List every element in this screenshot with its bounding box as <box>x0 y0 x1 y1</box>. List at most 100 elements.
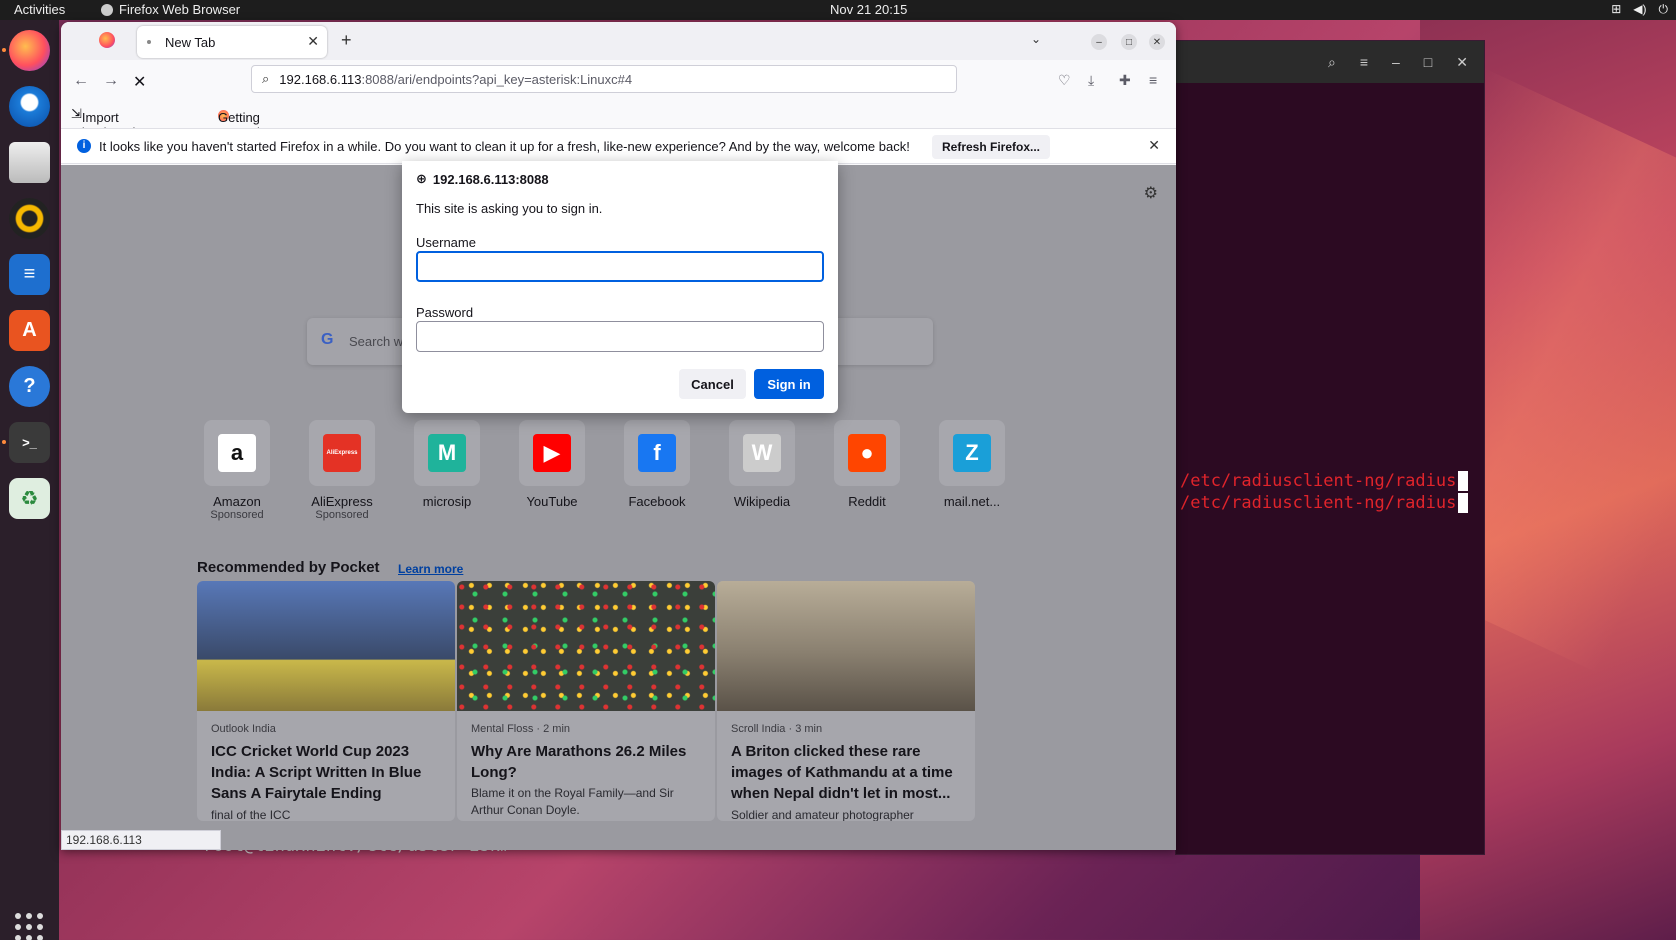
site-logo-icon: M <box>428 434 466 472</box>
firefox-view-icon[interactable] <box>99 32 115 48</box>
app-center-icon[interactable]: A <box>9 310 50 351</box>
site-logo-icon: a <box>218 434 256 472</box>
gear-icon[interactable]: ⚙ <box>1144 183 1158 203</box>
minimize-icon[interactable]: – <box>1091 34 1107 50</box>
globe-icon: ⊕ <box>416 171 427 186</box>
menu-icon[interactable]: ≡ <box>1360 54 1368 70</box>
info-icon: i <box>77 139 91 153</box>
card-source: Scroll India · 3 min <box>731 723 823 735</box>
search-icon[interactable]: ⌕ <box>1328 54 1336 71</box>
clock[interactable]: Nov 21 20:15 <box>830 2 907 17</box>
new-tab-button[interactable]: + <box>341 30 352 51</box>
terminal-icon[interactable]: >_ <box>9 422 50 463</box>
terminal-window[interactable]: ⌕ ≡ – □ ✕ /etc/radiusclient-ng/radius /e… <box>1175 40 1485 855</box>
network-icon: ⊞ <box>1611 2 1622 16</box>
loading-indicator <box>147 40 151 44</box>
site-logo-icon: f <box>638 434 676 472</box>
help-icon[interactable]: ? <box>9 366 50 407</box>
extensions-icon[interactable]: ✚ <box>1119 72 1131 89</box>
site-logo-icon: AliExpress <box>323 434 361 472</box>
dock: ≡ A ? >_ ♻ <box>0 20 59 940</box>
top-site-tile[interactable]: ● Reddit <box>827 420 907 509</box>
terminal-line: /etc/radiusclient-ng/radius <box>1180 493 1469 513</box>
top-site-tile-frame: Z <box>939 420 1005 486</box>
notification-message: It looks like you haven't started Firefo… <box>99 139 910 154</box>
top-site-label: Reddit <box>848 494 886 509</box>
url-host: 192.168.6.113 <box>279 71 362 87</box>
google-icon: G <box>321 331 334 348</box>
pocket-card[interactable]: Scroll India · 3 min A Briton clicked th… <box>717 581 975 821</box>
top-site-tile-frame: ▶ <box>519 420 585 486</box>
card-excerpt: Blame it on the Royal Family—and Sir Art… <box>471 786 674 817</box>
stop-icon[interactable]: ✕ <box>133 72 146 92</box>
close-icon[interactable]: ✕ <box>1456 54 1468 71</box>
files-icon[interactable] <box>9 142 50 183</box>
thunderbird-icon[interactable] <box>9 86 50 127</box>
terminal-titlebar: ⌕ ≡ – □ ✕ <box>1176 41 1484 83</box>
card-excerpt: final of the ICC <box>211 808 291 821</box>
learn-more-link[interactable]: Learn more <box>398 562 463 576</box>
top-site-tile[interactable]: Zmail.net... <box>932 420 1012 509</box>
activities-button[interactable]: Activities <box>14 2 65 17</box>
top-site-label: Amazon <box>213 494 261 509</box>
site-logo-icon: Z <box>953 434 991 472</box>
top-site-label: AliExpress <box>311 494 373 509</box>
refresh-firefox-button[interactable]: Refresh Firefox... <box>932 135 1050 159</box>
close-icon[interactable]: ✕ <box>1149 34 1165 50</box>
maximize-icon[interactable]: □ <box>1424 54 1432 70</box>
top-site-tile[interactable]: Mmicrosip <box>407 420 487 509</box>
pocket-icon[interactable]: ♡ <box>1058 72 1071 89</box>
tab-title: New Tab <box>165 34 216 50</box>
maximize-icon[interactable]: □ <box>1121 34 1137 50</box>
rhythmbox-icon[interactable] <box>9 198 50 239</box>
close-tab-icon[interactable]: ✕ <box>307 33 319 50</box>
dialog-host: ⊕ 192.168.6.113:8088 <box>416 171 549 187</box>
top-site-tile-frame: AliExpress <box>309 420 375 486</box>
writer-icon[interactable]: ≡ <box>9 254 50 295</box>
top-site-tile[interactable]: a Amazon Sponsored <box>197 420 277 521</box>
app-menu-icon[interactable]: ≡ <box>1149 72 1157 88</box>
firefox-window[interactable]: New Tab ✕ + ⌄ – □ ✕ ← → ✕ ⌕ 192.168.6.11… <box>61 22 1176 850</box>
top-site-tile[interactable]: W Wikipedia <box>722 420 802 509</box>
terminal-line: /etc/radiusclient-ng/radius <box>1180 471 1469 491</box>
list-tabs-icon[interactable]: ⌄ <box>1031 32 1041 46</box>
card-image <box>197 581 455 711</box>
bookmarks-toolbar: ⇲ Import bookmarks... Getting Started <box>71 106 260 140</box>
cancel-button[interactable]: Cancel <box>679 369 746 399</box>
top-site-label: mail.net... <box>943 494 1001 509</box>
firefox-icon[interactable] <box>9 30 50 71</box>
search-placeholder: Search w <box>349 334 404 349</box>
forward-icon[interactable]: → <box>103 72 119 90</box>
search-icon: ⌕ <box>262 71 270 86</box>
site-logo-icon: ● <box>848 434 886 472</box>
app-menu[interactable]: Firefox Web Browser <box>101 2 240 17</box>
sign-in-dialog[interactable]: ⊕ 192.168.6.113:8088 This site is asking… <box>402 161 838 413</box>
password-field[interactable] <box>416 321 824 352</box>
power-icon: ⏻ <box>1658 2 1669 16</box>
back-icon[interactable]: ← <box>73 72 89 90</box>
trash-icon[interactable]: ♻ <box>9 478 50 519</box>
top-site-label: microsip <box>422 494 472 509</box>
top-site-tile[interactable]: f Facebook <box>617 420 697 509</box>
downloads-icon[interactable]: ⤓ <box>1088 72 1094 89</box>
url-bar[interactable]: ⌕ 192.168.6.113:8088/ari/endpoints?api_k… <box>251 65 957 93</box>
minimize-icon[interactable]: – <box>1392 54 1400 70</box>
url-path: :8088/ari/endpoints?api_key=asterisk:Lin… <box>361 71 633 87</box>
tab-new-tab[interactable]: New Tab ✕ <box>137 26 327 58</box>
top-site-tile-frame: f <box>624 420 690 486</box>
show-apps-icon[interactable] <box>15 913 43 940</box>
top-site-tile[interactable]: AliExpress AliExpress Sponsored <box>302 420 382 521</box>
sign-in-button[interactable]: Sign in <box>754 369 824 399</box>
close-notification-icon[interactable]: ✕ <box>1148 137 1160 154</box>
firefox-small-icon <box>101 3 113 16</box>
pocket-card[interactable]: Mental Floss · 2 min Why Are Marathons 2… <box>457 581 715 821</box>
username-field[interactable] <box>416 251 824 282</box>
running-indicator <box>2 48 6 52</box>
pocket-card[interactable]: Outlook India ICC Cricket World Cup 2023… <box>197 581 455 821</box>
navigation-toolbar: ← → ✕ ⌕ 192.168.6.113:8088/ari/endpoints… <box>61 60 1176 102</box>
top-site-tile[interactable]: ▶ YouTube <box>512 420 592 509</box>
sponsored-label: Sponsored <box>210 509 264 521</box>
system-tray[interactable]: ⊞ ◀) ⏻ <box>1611 2 1668 17</box>
import-bookmarks-link[interactable]: ⇲ Import bookmarks... <box>71 106 156 140</box>
card-title: A Briton clicked these rare images of Ka… <box>731 743 953 802</box>
